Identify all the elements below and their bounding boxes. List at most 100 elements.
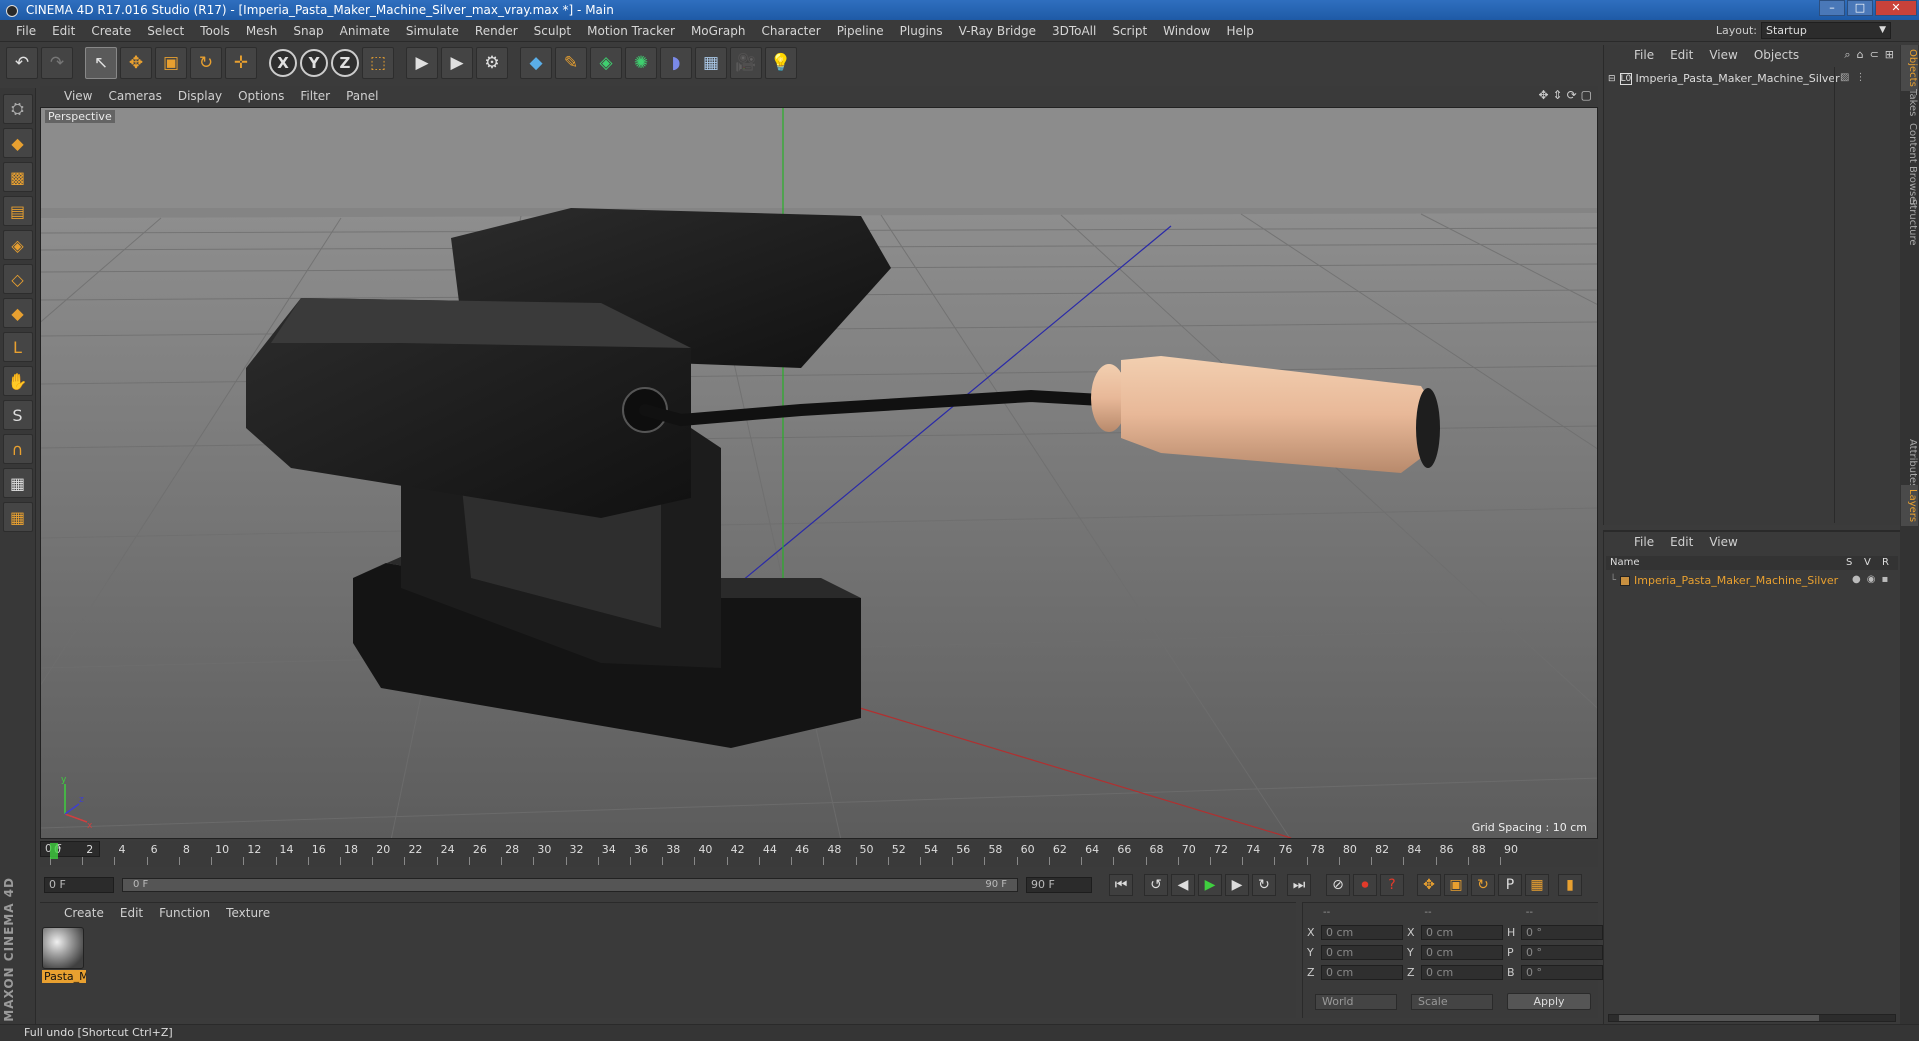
points-mode-button[interactable]: ◈ bbox=[2, 230, 33, 260]
menu-window[interactable]: Window bbox=[1155, 20, 1218, 42]
coord-scale-dropdown[interactable]: Scale bbox=[1411, 993, 1493, 1010]
menu-snap[interactable]: Snap bbox=[285, 20, 331, 42]
coord-rotation-field[interactable]: 0 ° bbox=[1521, 945, 1603, 960]
menu-v-ray-bridge[interactable]: V-Ray Bridge bbox=[951, 20, 1044, 42]
menu-sculpt[interactable]: Sculpt bbox=[526, 20, 579, 42]
undo-button[interactable]: ↶ bbox=[6, 47, 38, 79]
menu-render[interactable]: Render bbox=[467, 20, 526, 42]
menu-motion-tracker[interactable]: Motion Tracker bbox=[579, 20, 683, 42]
render-picture-viewer-button[interactable]: ▶ bbox=[441, 47, 473, 79]
solo-dot-icon[interactable]: ● bbox=[1852, 574, 1861, 585]
layer-menu-view[interactable]: View bbox=[1701, 535, 1745, 549]
polygons-mode-button[interactable]: ◆ bbox=[2, 298, 33, 328]
camera-button[interactable]: 🎥 bbox=[730, 47, 762, 79]
minimize-button[interactable]: – bbox=[1819, 0, 1845, 16]
viewport-menu-display[interactable]: Display bbox=[170, 89, 230, 103]
move-button[interactable]: ✥ bbox=[120, 47, 152, 79]
menu-file[interactable]: File bbox=[8, 20, 44, 42]
object-row[interactable]: ⊟ L0 Imperia_Pasta_Maker_Machine_Silver bbox=[1608, 72, 1840, 85]
subdivision-surface-button[interactable]: ◈ bbox=[590, 47, 622, 79]
coord-position-field[interactable]: 0 cm bbox=[1321, 945, 1403, 960]
maximize-view-icon[interactable]: ▢ bbox=[1581, 88, 1592, 102]
coord-size-field[interactable]: 0 cm bbox=[1421, 965, 1503, 980]
axis-mode-button[interactable]: L bbox=[2, 332, 33, 362]
recent-tool-button[interactable]: ✛ bbox=[225, 47, 257, 79]
layer-color-swatch[interactable] bbox=[1620, 575, 1631, 586]
link-icon[interactable]: ⊂ bbox=[1870, 48, 1879, 62]
right-tab-layers[interactable]: Layers bbox=[1901, 485, 1918, 527]
next-frame-button[interactable]: ▶ bbox=[1225, 874, 1249, 896]
menu-pipeline[interactable]: Pipeline bbox=[829, 20, 892, 42]
planar-workplane-button[interactable]: ▦ bbox=[2, 502, 33, 532]
play-button[interactable]: ▶ bbox=[1198, 874, 1222, 896]
material-menu-function[interactable]: Function bbox=[151, 906, 218, 920]
floor-button[interactable]: ▦ bbox=[695, 47, 727, 79]
horizontal-scrollbar[interactable] bbox=[1608, 1014, 1896, 1022]
coord-rotation-field[interactable]: 0 ° bbox=[1521, 925, 1603, 940]
viewport-menu-filter[interactable]: Filter bbox=[292, 89, 338, 103]
record-position-button[interactable]: ✥ bbox=[1417, 874, 1441, 896]
menu-script[interactable]: Script bbox=[1104, 20, 1155, 42]
menu-animate[interactable]: Animate bbox=[332, 20, 398, 42]
render-view-button[interactable]: ▶ bbox=[406, 47, 438, 79]
dolly-icon[interactable]: ⇕ bbox=[1553, 88, 1563, 102]
right-tab-attributes[interactable]: Attributes bbox=[1901, 435, 1918, 492]
workplane-button[interactable]: ▤ bbox=[2, 196, 33, 226]
material-swatch[interactable] bbox=[42, 927, 84, 969]
record-parameter-button[interactable]: P bbox=[1498, 874, 1522, 896]
material-menu-create[interactable]: Create bbox=[56, 906, 112, 920]
magnet-button[interactable]: ∩ bbox=[2, 434, 33, 464]
menu-mograph[interactable]: MoGraph bbox=[683, 20, 754, 42]
edges-mode-button[interactable]: ◇ bbox=[2, 264, 33, 294]
menu-edit[interactable]: Edit bbox=[44, 20, 83, 42]
object-column-divider[interactable] bbox=[1834, 67, 1835, 523]
viewport-menu-panel[interactable]: Panel bbox=[338, 89, 386, 103]
layer-menu-file[interactable]: File bbox=[1626, 535, 1662, 549]
preview-range-slider[interactable]: 0 F 90 F bbox=[122, 878, 1018, 892]
coord-position-field[interactable]: 0 cm bbox=[1321, 925, 1403, 940]
record-scale-button[interactable]: ▣ bbox=[1444, 874, 1468, 896]
maximize-button[interactable]: □ bbox=[1847, 0, 1873, 16]
menu-plugins[interactable]: Plugins bbox=[892, 20, 951, 42]
apply-button[interactable]: Apply bbox=[1507, 993, 1591, 1010]
menu-character[interactable]: Character bbox=[753, 20, 828, 42]
cube-primitive-button[interactable]: ◆ bbox=[520, 47, 552, 79]
object-menu-objects[interactable]: Objects bbox=[1746, 48, 1807, 62]
render-icon[interactable]: ▪ bbox=[1881, 574, 1888, 585]
menu-select[interactable]: Select bbox=[139, 20, 192, 42]
coord-size-field[interactable]: 0 cm bbox=[1421, 945, 1503, 960]
material-name[interactable]: Pasta_M bbox=[42, 970, 86, 983]
coord-rotation-field[interactable]: 0 ° bbox=[1521, 965, 1603, 980]
close-button[interactable]: ✕ bbox=[1875, 0, 1917, 16]
material-menu-texture[interactable]: Texture bbox=[218, 906, 278, 920]
right-tab-objects[interactable]: Objects bbox=[1901, 45, 1918, 91]
layer-row[interactable]: └ Imperia_Pasta_Maker_Machine_Silver bbox=[1610, 574, 1838, 587]
menu-mesh[interactable]: Mesh bbox=[238, 20, 286, 42]
menu-help[interactable]: Help bbox=[1218, 20, 1261, 42]
dots-icon[interactable]: ⋮ bbox=[1855, 72, 1865, 83]
scale-button[interactable]: ▣ bbox=[155, 47, 187, 79]
snap-button[interactable]: S bbox=[2, 400, 33, 430]
timeline-ruler[interactable]: 0246810121416182022242628303234363840424… bbox=[40, 841, 1598, 867]
render-settings-button[interactable]: ⚙ bbox=[476, 47, 508, 79]
right-tab-structure[interactable]: Structure bbox=[1901, 195, 1918, 250]
record-keys-button[interactable]: ⏺ bbox=[1353, 874, 1377, 896]
perspective-viewport[interactable]: y x z Perspective Grid Spacing : 10 cm bbox=[40, 107, 1598, 839]
previous-frame-button[interactable]: ◀ bbox=[1171, 874, 1195, 896]
viewport-menu-options[interactable]: Options bbox=[230, 89, 292, 103]
layout-dropdown[interactable]: Startup ▼ bbox=[1761, 22, 1891, 39]
visibility-icon[interactable]: ▨ bbox=[1840, 72, 1849, 83]
layer-visible-column[interactable]: V bbox=[1864, 556, 1882, 570]
material-menu-edit[interactable]: Edit bbox=[112, 906, 151, 920]
texture-mode-button[interactable]: ▩ bbox=[2, 162, 33, 192]
layer-solo-column[interactable]: S bbox=[1846, 556, 1864, 570]
new-window-icon[interactable]: ⊞ bbox=[1885, 48, 1894, 62]
tweak-mode-button[interactable]: ✋ bbox=[2, 366, 33, 396]
coord-position-field[interactable]: 0 cm bbox=[1321, 965, 1403, 980]
next-key-button[interactable]: ↻ bbox=[1252, 874, 1276, 896]
live-selection-button[interactable]: ↖ bbox=[85, 47, 117, 79]
right-tab-takes[interactable]: Takes bbox=[1901, 85, 1918, 120]
keyframe-selection-button[interactable]: ⊘ bbox=[1326, 874, 1350, 896]
object-menu-file[interactable]: File bbox=[1626, 48, 1662, 62]
model-mode-button[interactable]: ◆ bbox=[2, 128, 33, 158]
